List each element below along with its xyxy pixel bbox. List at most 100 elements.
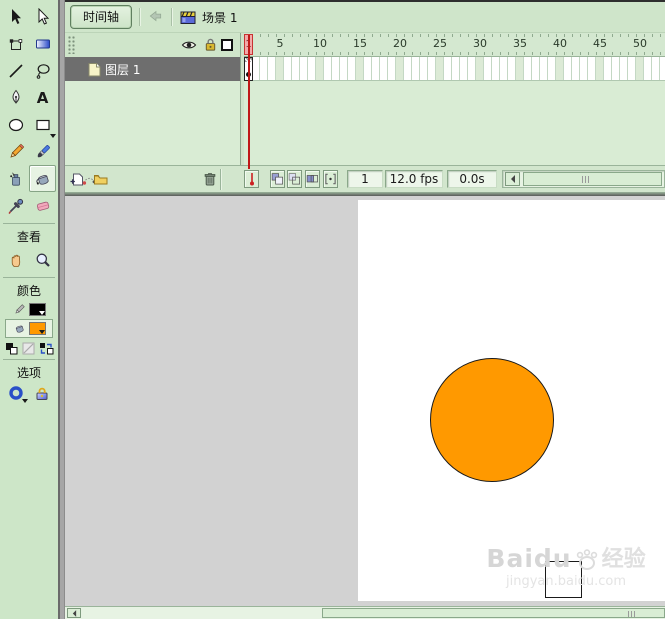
frames-gap-strip: [241, 33, 244, 165]
paint-bucket-tool[interactable]: [29, 165, 56, 192]
free-transform-tool[interactable]: [2, 30, 29, 57]
back-arrow-icon[interactable]: [147, 9, 164, 25]
zoom-tool[interactable]: [29, 246, 56, 273]
rectangle-tool[interactable]: [29, 111, 56, 138]
lock-fill-option[interactable]: [33, 385, 51, 403]
selection-tool[interactable]: [2, 3, 29, 30]
stage-canvas[interactable]: Baidu 经验 jingyan.baidu.com: [358, 200, 665, 601]
ruler-number: 35: [513, 37, 527, 50]
show-hide-eye-icon[interactable]: [181, 37, 197, 53]
timeline-hscroll-track[interactable]: [502, 170, 665, 188]
timeline-empty-area: [65, 81, 665, 165]
timeline-hscroll-thumb[interactable]: [523, 172, 662, 186]
coin-circle-shape[interactable]: [430, 358, 582, 598]
baidu-watermark: Baidu 经验 jingyan.baidu.com: [471, 541, 661, 589]
edit-multiple-frames-button[interactable]: [305, 170, 320, 188]
layer-name: 图层 1: [105, 62, 141, 77]
hand-icon: [11, 254, 20, 267]
selection-arrow-icon: [11, 8, 21, 24]
left-arrow-icon: [72, 609, 76, 617]
gap-size-caret: [21, 399, 28, 403]
frame-ruler[interactable]: 5 10 15 20 25 30 35 40 45 50 1: [240, 33, 665, 57]
ruler-number: 25: [433, 37, 447, 50]
modify-onion-markers-icon: [325, 173, 336, 185]
stage-hscroll-thumb[interactable]: [322, 608, 665, 618]
scene-breadcrumb[interactable]: 场景 1: [179, 9, 237, 26]
frame-rate-display[interactable]: 12.0 fps: [385, 170, 443, 188]
timeline-panel: 时间轴 场景 1 5 10 15 20 25 30 35 40 45 50 图层…: [65, 0, 665, 198]
ruler-number: 20: [393, 37, 407, 50]
oval-icon: [8, 118, 23, 131]
ink-bottle-icon: [9, 171, 20, 186]
scroll-thumb-grip: [628, 611, 636, 617]
text-tool[interactable]: A: [29, 84, 56, 111]
lasso-icon: [36, 63, 50, 79]
pen-tool[interactable]: [2, 84, 29, 111]
stage-pasteboard: Baidu 经验 jingyan.baidu.com: [65, 196, 665, 606]
left-arrow-icon: [510, 175, 515, 183]
scene-label: 场景 1: [202, 10, 238, 25]
stage-hscroll-track[interactable]: [65, 606, 665, 619]
fill-color-row: [5, 319, 53, 338]
elapsed-time-display: 0.0s: [447, 170, 497, 188]
rectangle-icon: [35, 119, 50, 130]
stroke-color-row: [0, 303, 58, 316]
onion-skin-outlines-icon: [288, 173, 300, 185]
playhead-line[interactable]: [248, 35, 250, 169]
scroll-thumb-grip: [582, 176, 590, 183]
options-section-label: 选项: [16, 366, 41, 380]
edit-multiple-frames-icon: [306, 175, 318, 183]
eyedropper-icon: [7, 198, 23, 214]
timeline-tab[interactable]: 时间轴: [70, 5, 133, 29]
timeline-hscroll-left-arrow[interactable]: [505, 172, 520, 186]
timeline-header: 时间轴 场景 1: [65, 2, 665, 33]
onion-skin-outlines-button[interactable]: [287, 170, 302, 188]
magnifier-icon: [36, 253, 50, 267]
watermark-brand-suffix: 经验: [601, 547, 646, 572]
hand-tool[interactable]: [2, 246, 29, 273]
lock-layers-icon[interactable]: [203, 36, 218, 53]
header-separator: [139, 8, 141, 26]
layer-page-icon: [88, 62, 101, 76]
eyedropper-tool[interactable]: [2, 192, 29, 219]
oval-tool[interactable]: [2, 111, 29, 138]
brush-tool[interactable]: [29, 138, 56, 165]
delete-layer-trash-button[interactable]: [202, 171, 218, 188]
modify-onion-markers-button[interactable]: [323, 170, 338, 188]
swap-colors-button[interactable]: [39, 342, 54, 355]
eraser-tool[interactable]: [29, 192, 56, 219]
outline-view-icon[interactable]: [221, 39, 233, 51]
stroke-color-swatch[interactable]: [28, 303, 46, 316]
lasso-tool[interactable]: [29, 57, 56, 84]
line-tool[interactable]: [2, 57, 29, 84]
onion-skin-button[interactable]: [270, 170, 285, 188]
stage-hscroll-left-arrow[interactable]: [67, 608, 81, 618]
controls-separator: [220, 169, 221, 190]
ruler-number: 15: [353, 37, 367, 50]
gradient-transform-tool[interactable]: [29, 30, 56, 57]
default-colors-button[interactable]: [5, 342, 18, 355]
insert-layer-folder-button[interactable]: [92, 171, 109, 187]
stroke-color-caret: [38, 311, 45, 315]
panel-grip-icon[interactable]: [68, 36, 75, 54]
ink-bottle-tool[interactable]: [2, 165, 29, 192]
frames-grid[interactable]: [244, 57, 665, 81]
fill-color-caret: [38, 330, 45, 334]
current-frame-display: 1: [347, 170, 383, 188]
scene-clapperboard-icon: [180, 11, 196, 24]
onion-skin-icon: [271, 173, 283, 185]
gap-size-option[interactable]: [8, 385, 28, 403]
pencil-icon: [9, 143, 24, 158]
paint-bucket-icon: [35, 174, 49, 185]
fill-color-swatch[interactable]: [28, 322, 46, 335]
ruler-number: 40: [553, 37, 567, 50]
baidu-paw-icon: [576, 549, 597, 570]
layer-row[interactable]: 图层 1: [65, 57, 240, 130]
line-icon: [8, 63, 23, 78]
subselection-tool[interactable]: [29, 3, 56, 30]
center-frame-button[interactable]: [244, 170, 259, 188]
brush-icon: [37, 144, 50, 157]
pencil-tool[interactable]: [2, 138, 29, 165]
no-color-button[interactable]: [22, 342, 35, 355]
view-section-label: 查看: [16, 230, 41, 244]
